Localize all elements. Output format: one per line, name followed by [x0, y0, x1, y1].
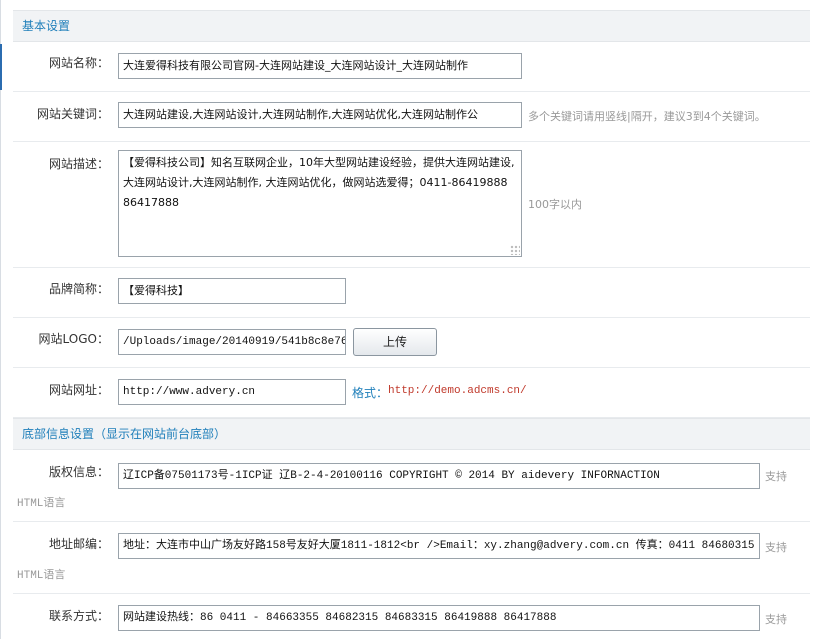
copyright-hint-html: HTML语言 — [17, 498, 66, 510]
brand-label: 品牌简称： — [48, 282, 109, 296]
url-label: 网站网址： — [48, 383, 109, 397]
address-label: 地址邮编： — [48, 537, 109, 551]
row-keywords: 网站关键词： 大连网站建设,大连网站设计,大连网站制作,大连网站优化,大连网站制… — [13, 92, 810, 142]
url-format-example: http://demo.adcms.cn/ — [388, 385, 527, 397]
contact-hint-support: 支持 — [765, 613, 787, 626]
left-edge-line — [0, 0, 1, 639]
description-label: 网站描述： — [48, 157, 109, 171]
row-contact: 联系方式： 网站建设热线：86 0411 - 84663355 84682315… — [13, 594, 810, 639]
copyright-label: 版权信息： — [48, 465, 109, 479]
row-url: 网站网址： http://www.advery.cn 格式： http://de… — [13, 368, 810, 418]
resize-grip-icon[interactable] — [510, 245, 520, 255]
site-name-label: 网站名称： — [48, 56, 109, 70]
row-address: 地址邮编： 地址：大连市中山广场友好路158号友好大厦1811-1812<br … — [13, 522, 810, 594]
logo-path-input[interactable]: /Uploads/image/20140919/541b8c8e76fcb — [118, 329, 346, 355]
brand-input[interactable]: 【爱得科技】 — [118, 278, 346, 304]
url-input[interactable]: http://www.advery.cn — [118, 379, 346, 405]
row-description: 网站描述： 【爱得科技公司】知名互联网企业，10年大型网站建设经验，提供大连网站… — [13, 142, 810, 268]
row-brand: 品牌简称： 【爱得科技】 — [13, 268, 810, 318]
description-text: 【爱得科技公司】知名互联网企业，10年大型网站建设经验，提供大连网站建设,大连网… — [123, 156, 515, 209]
logo-label: 网站LOGO： — [38, 332, 109, 346]
address-hint-support: 支持 — [765, 541, 787, 554]
copyright-input[interactable]: 辽ICP备07501173号-1ICP证 辽B-2-4-20100116 COP… — [118, 463, 760, 489]
section-footer-settings: 底部信息设置（显示在网站前台底部） — [13, 418, 810, 450]
row-copyright: 版权信息： 辽ICP备07501173号-1ICP证 辽B-2-4-201001… — [13, 450, 810, 522]
keywords-hint: 多个关键词请用竖线|隔开，建议3到4个关键词。 — [528, 110, 766, 123]
address-hint-html: HTML语言 — [17, 570, 66, 582]
site-name-input[interactable]: 大连爱得科技有限公司官网-大连网站建设_大连网站设计_大连网站制作 — [118, 53, 522, 79]
row-site-name: 网站名称： 大连爱得科技有限公司官网-大连网站建设_大连网站设计_大连网站制作 — [13, 42, 810, 92]
description-hint: 100字以内 — [528, 198, 582, 211]
keywords-input[interactable]: 大连网站建设,大连网站设计,大连网站制作,大连网站优化,大连网站制作公 — [118, 102, 522, 128]
contact-label: 联系方式： — [48, 609, 109, 623]
contact-input[interactable]: 网站建设热线：86 0411 - 84663355 84682315 84683… — [118, 605, 760, 631]
active-nav-indicator — [0, 44, 2, 90]
section-basic-settings: 基本设置 — [13, 10, 810, 42]
address-input[interactable]: 地址：大连市中山广场友好路158号友好大厦1811-1812<br />Emai… — [118, 533, 760, 559]
row-logo: 网站LOGO： /Uploads/image/20140919/541b8c8e… — [13, 318, 810, 368]
url-format-label: 格式： — [352, 386, 389, 400]
description-textarea[interactable]: 【爱得科技公司】知名互联网企业，10年大型网站建设经验，提供大连网站建设,大连网… — [118, 150, 522, 257]
copyright-hint-support: 支持 — [765, 470, 787, 483]
keywords-label: 网站关键词： — [36, 107, 109, 121]
upload-button[interactable]: 上传 — [353, 328, 437, 356]
